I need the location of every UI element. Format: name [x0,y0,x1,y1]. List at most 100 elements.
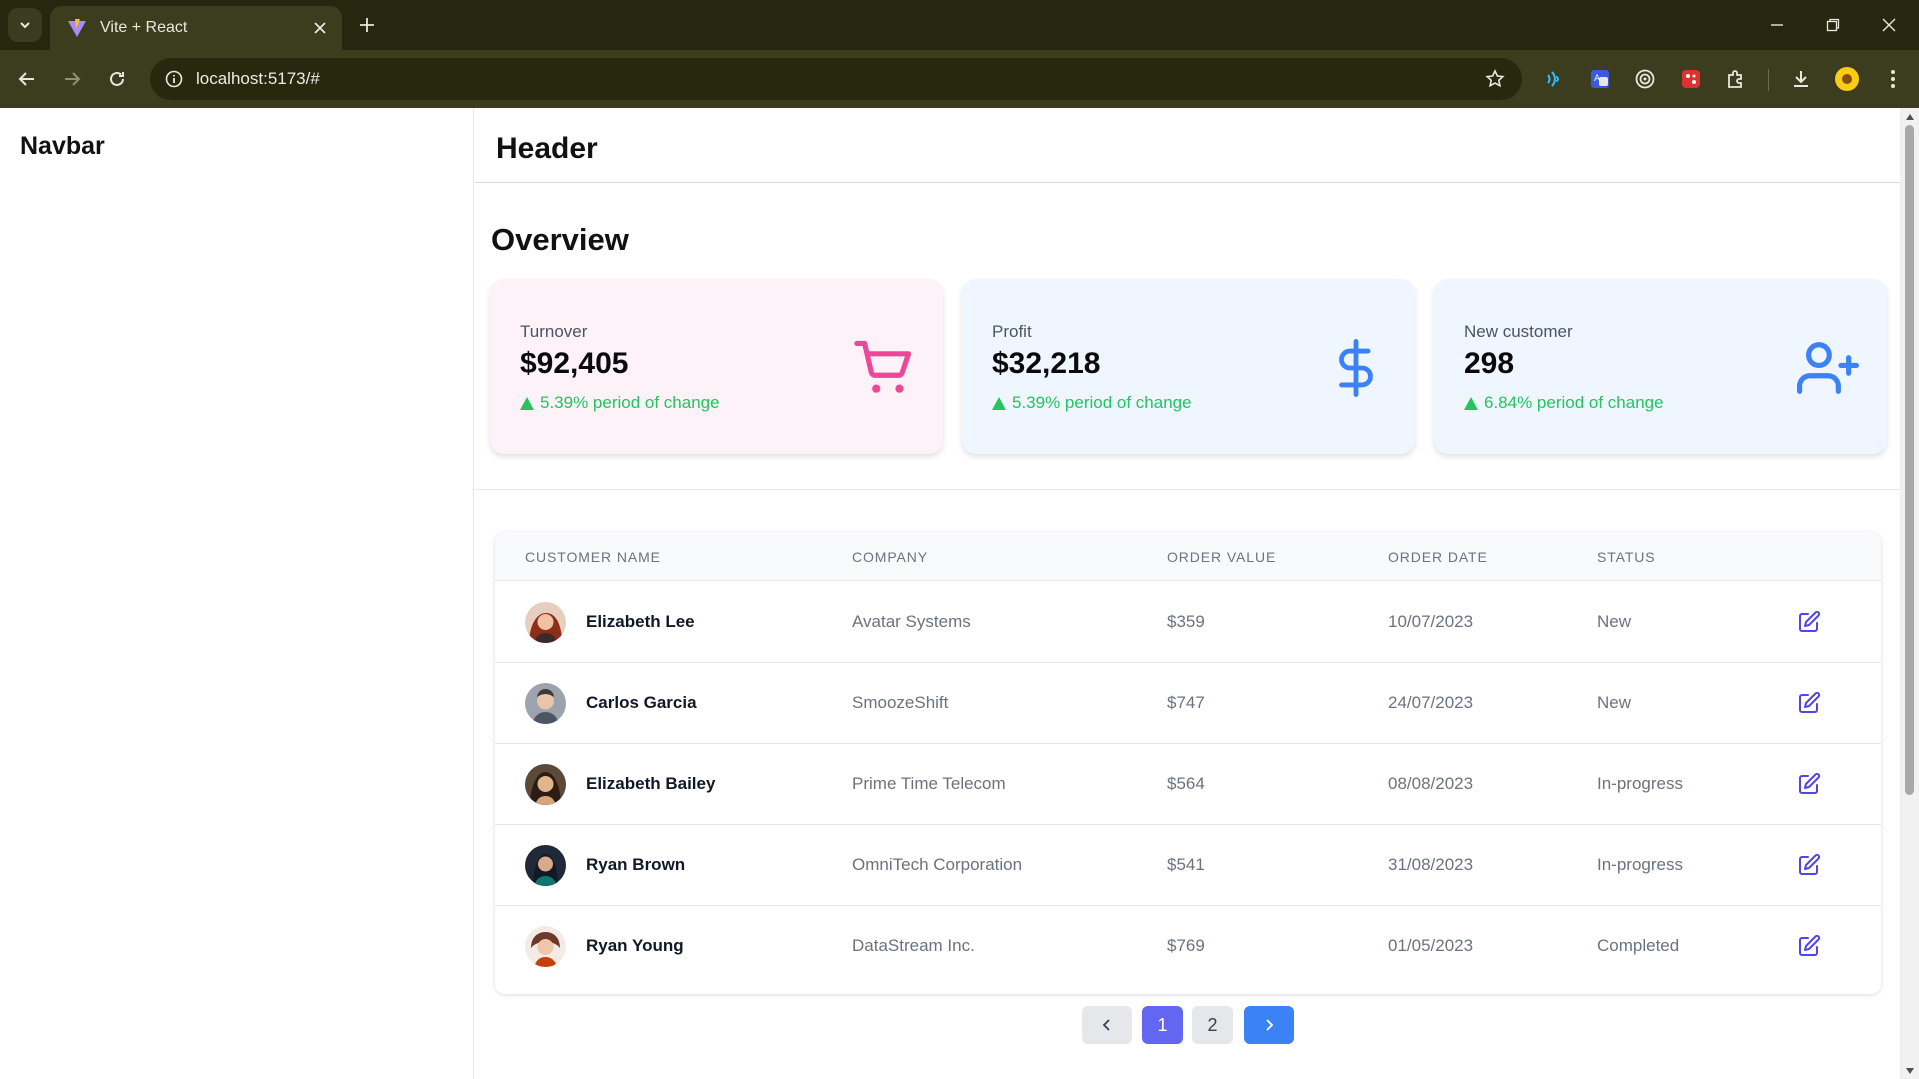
table-row: Elizabeth Lee Avatar Systems $359 10/07/… [495,582,1881,663]
scroll-up-icon[interactable] [1904,111,1915,122]
page-number: 1 [1157,1014,1168,1035]
header: Header [475,108,1900,183]
table-row: Carlos Garcia SmoozeShift $747 24/07/202… [495,663,1881,744]
vertical-scrollbar[interactable] [1900,108,1919,1079]
card-value: 298 [1464,347,1515,380]
scroll-down-icon[interactable] [1904,1065,1915,1076]
order-value: $769 [1167,936,1205,955]
page-button-1[interactable]: 1 [1142,1006,1183,1044]
card-label: New customer [1464,322,1573,341]
edit-icon[interactable] [1795,608,1823,636]
edit-icon[interactable] [1795,689,1823,717]
table-row: Ryan Young DataStream Inc. $769 01/05/20… [495,906,1881,987]
browser-tab-bar: Vite + React [0,0,1919,50]
page-number: 2 [1207,1014,1218,1035]
restore-button[interactable] [1813,8,1853,42]
new-tab-button[interactable] [352,10,382,40]
arrow-left-icon [18,72,34,86]
site-info-icon[interactable] [162,67,186,91]
section-divider [475,489,1900,490]
close-window-button[interactable] [1869,8,1909,42]
red-extension-icon[interactable] [1676,64,1706,94]
company: Avatar Systems [852,612,971,631]
card-change-text: 6.84% period of change [1484,393,1664,412]
card-value: $32,218 [992,347,1101,380]
avatar [525,683,566,724]
card-change-text: 5.39% period of change [1012,393,1192,412]
cart-icon [851,335,917,401]
tab-close-icon[interactable] [306,14,334,42]
column-header-company: COMPANY [852,549,929,565]
triangle-up-icon [1464,396,1478,410]
card-change: 5.39% period of change [992,393,1192,413]
avatar [525,845,566,886]
address-bar[interactable]: localhost:5173/# [150,58,1522,100]
order-date: 10/07/2023 [1388,612,1474,631]
customer-name: Ryan Brown [586,855,686,874]
arrow-right-icon [65,72,81,86]
page-button-2[interactable]: 2 [1192,1006,1233,1044]
new-customer-card: New customer 298 6.84% period of change [1434,279,1887,454]
reload-button[interactable] [100,62,134,96]
minimize-button[interactable] [1757,8,1797,42]
company: SmoozeShift [852,693,949,712]
user-plus-icon [1795,335,1861,401]
download-icon[interactable] [1786,64,1816,94]
customer-name: Ryan Young [586,936,684,955]
avatar [525,926,566,967]
orders-table: CUSTOMER NAME COMPANY ORDER VALUE ORDER … [495,532,1881,994]
main-content: Header Overview Turnover $92,405 5.39% p… [475,108,1900,1079]
back-button[interactable] [10,62,44,96]
card-label: Turnover [520,322,588,341]
edit-icon[interactable] [1795,851,1823,879]
status: New [1597,612,1632,631]
browser-menu-icon[interactable] [1878,64,1908,94]
avatar [525,764,566,805]
translate-extension-icon[interactable]: A [1585,64,1615,94]
reload-icon [110,71,124,86]
prev-page-button[interactable] [1082,1006,1132,1044]
url-text[interactable]: localhost:5173/# [196,69,320,89]
column-header-status: STATUS [1597,549,1656,565]
status: In-progress [1597,774,1683,793]
order-value: $359 [1167,612,1205,631]
page-viewport: Navbar Header Overview Turnover $92,405 … [0,108,1919,1079]
next-page-button[interactable] [1244,1006,1294,1044]
order-value: $747 [1167,693,1205,712]
dollar-icon [1323,335,1389,401]
edit-icon[interactable] [1795,932,1823,960]
card-change: 6.84% period of change [1464,393,1664,413]
company: DataStream Inc. [852,936,975,955]
turnover-card: Turnover $92,405 5.39% period of change [490,279,943,454]
order-value: $541 [1167,855,1205,874]
header-title: Header [496,132,598,165]
browser-tab[interactable]: Vite + React [50,6,342,50]
navbar-title: Navbar [20,132,105,160]
profile-avatar[interactable] [1832,64,1862,94]
order-date: 08/08/2023 [1388,774,1474,793]
tab-search-button[interactable] [8,8,42,42]
column-header-customer: CUSTOMER NAME [525,549,661,565]
column-header-order-value: ORDER VALUE [1167,549,1277,565]
profit-card: Profit $32,218 5.39% period of change [962,279,1415,454]
edit-icon[interactable] [1795,770,1823,798]
plus-icon [360,18,374,32]
company: Prime Time Telecom [852,774,1006,793]
chevron-right-icon [1266,1019,1274,1031]
forward-button[interactable] [55,62,89,96]
avatar [525,602,566,643]
triangle-up-icon [520,396,534,410]
order-date: 24/07/2023 [1388,693,1474,712]
scrollbar-thumb[interactable] [1905,125,1914,795]
navbar: Navbar [0,108,474,1079]
extensions-puzzle-icon[interactable] [1721,64,1751,94]
cast-extension-icon[interactable] [1539,64,1569,94]
minimize-icon [1771,24,1783,26]
bookmark-star-icon[interactable] [1482,66,1508,92]
table-row: Ryan Brown OmniTech Corporation $541 31/… [495,825,1881,906]
customer-name: Carlos Garcia [586,693,697,712]
company: OmniTech Corporation [852,855,1023,874]
status: In-progress [1597,855,1683,874]
target-extension-icon[interactable] [1630,64,1660,94]
card-change-text: 5.39% period of change [540,393,720,412]
